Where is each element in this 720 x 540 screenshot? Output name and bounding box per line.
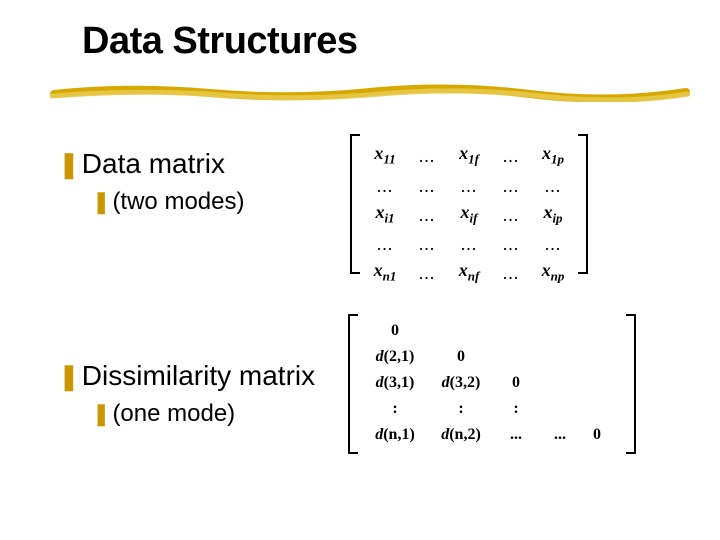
- sub-bullet-label: (one mode): [112, 400, 235, 427]
- matrix-cell: d(3,2): [428, 370, 494, 396]
- matrix-cell: ...: [406, 143, 448, 169]
- matrix-cell: [582, 318, 612, 344]
- matrix-row: d(n,1)d(n,2)......0: [362, 422, 622, 448]
- matrix-cell: x11: [364, 140, 406, 173]
- dissimilarity-matrix: 0 d(2,1)0 d(3,1)d(3,2)0 ::: d(n,1)d(n,2)…: [348, 314, 636, 454]
- bullet-label: Dissimilarity matrix: [82, 360, 315, 391]
- matrix-cell: ...: [538, 422, 582, 448]
- matrix-cell: ...: [406, 260, 448, 286]
- matrix-cell: d(2,1): [362, 344, 428, 370]
- matrix-row: d(2,1)0: [362, 344, 622, 370]
- matrix-cell: :: [428, 396, 494, 422]
- matrix-cell: [538, 396, 582, 422]
- matrix-cell: xip: [532, 199, 574, 232]
- matrix-cell: ...: [364, 173, 406, 199]
- bullet-icon: ❚: [58, 149, 80, 180]
- bracket-left-icon: [348, 314, 358, 454]
- matrix-cell: d(3,1): [362, 370, 428, 396]
- dissimilarity-matrix-body: 0 d(2,1)0 d(3,1)d(3,2)0 ::: d(n,1)d(n,2)…: [362, 318, 622, 448]
- matrix-row: ...............: [364, 231, 574, 257]
- bullet-dissimilarity-matrix: ❚Dissimilarity matrix: [58, 360, 315, 392]
- matrix-cell: [428, 318, 494, 344]
- bullet-icon: ❚: [92, 189, 110, 215]
- matrix-cell: 0: [582, 422, 612, 448]
- bullet-data-matrix: ❚Data matrix: [58, 148, 225, 180]
- bullet-icon: ❚: [58, 361, 80, 392]
- matrix-cell: 0: [494, 370, 538, 396]
- matrix-cell: [582, 396, 612, 422]
- matrix-row: xn1...xnf...xnp: [364, 257, 574, 290]
- matrix-cell: ...: [406, 202, 448, 228]
- matrix-cell: [538, 370, 582, 396]
- matrix-cell: ...: [448, 173, 490, 199]
- sub-bullet-one-mode: ❚(one mode): [92, 400, 235, 428]
- bracket-left-icon: [350, 134, 360, 274]
- matrix-cell: ...: [490, 173, 532, 199]
- matrix-cell: :: [362, 396, 428, 422]
- matrix-cell: ...: [490, 202, 532, 228]
- matrix-cell: ...: [406, 231, 448, 257]
- data-matrix-body: x11...x1f...x1p...............xi1...xif.…: [364, 140, 574, 290]
- matrix-cell: [582, 344, 612, 370]
- title-underline: [50, 84, 690, 102]
- matrix-cell: d(n,1): [362, 422, 428, 448]
- matrix-cell: [538, 344, 582, 370]
- matrix-cell: ...: [532, 231, 574, 257]
- matrix-row: xi1...xif...xip: [364, 199, 574, 232]
- matrix-cell: xi1: [364, 199, 406, 232]
- matrix-cell: ...: [364, 231, 406, 257]
- matrix-cell: xnf: [448, 257, 490, 290]
- matrix-cell: xnp: [532, 257, 574, 290]
- bracket-right-icon: [626, 314, 636, 454]
- slide-title: Data Structures: [82, 20, 357, 63]
- matrix-row: ...............: [364, 173, 574, 199]
- matrix-cell: ...: [494, 422, 538, 448]
- matrix-cell: ...: [532, 173, 574, 199]
- matrix-cell: ...: [490, 260, 532, 286]
- matrix-cell: xn1: [364, 257, 406, 290]
- matrix-cell: ...: [490, 231, 532, 257]
- matrix-cell: [494, 344, 538, 370]
- matrix-cell: ...: [490, 143, 532, 169]
- matrix-cell: [538, 318, 582, 344]
- bracket-right-icon: [578, 134, 588, 274]
- matrix-cell: ...: [406, 173, 448, 199]
- matrix-cell: 0: [428, 344, 494, 370]
- matrix-cell: x1f: [448, 140, 490, 173]
- sub-bullet-label: (two modes): [112, 188, 244, 215]
- matrix-row: x11...x1f...x1p: [364, 140, 574, 173]
- matrix-row: 0: [362, 318, 622, 344]
- data-matrix: x11...x1f...x1p...............xi1...xif.…: [350, 134, 588, 274]
- matrix-cell: [494, 318, 538, 344]
- matrix-cell: xif: [448, 199, 490, 232]
- matrix-cell: 0: [362, 318, 428, 344]
- matrix-row: d(3,1)d(3,2)0: [362, 370, 622, 396]
- sub-bullet-two-modes: ❚(two modes): [92, 188, 244, 216]
- matrix-cell: [582, 370, 612, 396]
- bullet-icon: ❚: [92, 401, 110, 427]
- matrix-cell: ...: [448, 231, 490, 257]
- matrix-cell: d(n,2): [428, 422, 494, 448]
- matrix-cell: x1p: [532, 140, 574, 173]
- bullet-label: Data matrix: [82, 148, 225, 179]
- matrix-cell: :: [494, 396, 538, 422]
- matrix-row: :::: [362, 396, 622, 422]
